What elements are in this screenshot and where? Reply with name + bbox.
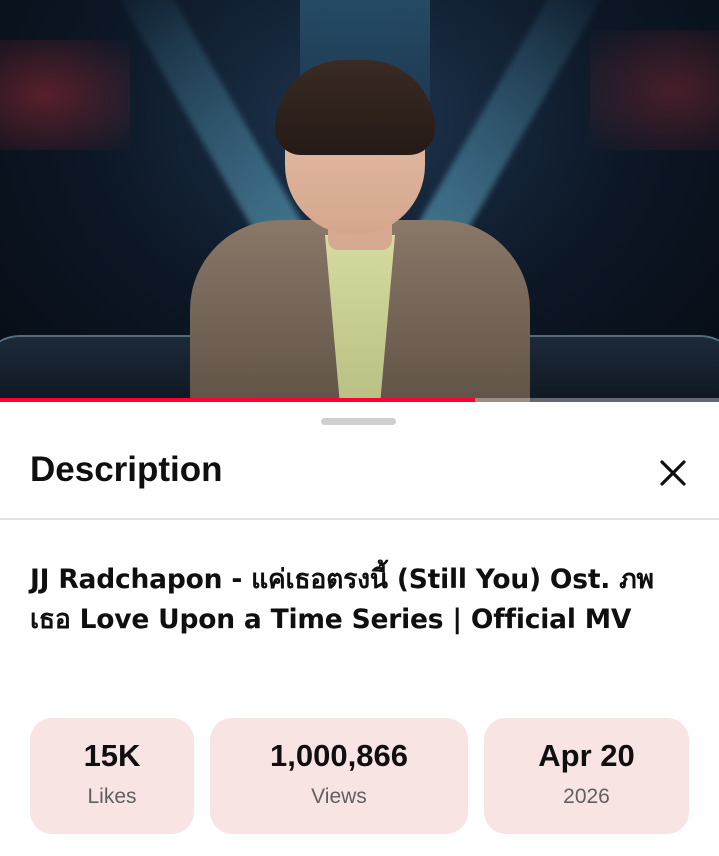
date-value: Apr 20 bbox=[538, 738, 635, 773]
views-label: Views bbox=[311, 785, 367, 808]
close-button[interactable] bbox=[650, 450, 696, 496]
drag-handle[interactable] bbox=[321, 418, 396, 425]
likes-label: Likes bbox=[87, 785, 137, 808]
close-icon bbox=[660, 460, 686, 486]
divider bbox=[0, 518, 719, 520]
video-progress-bar[interactable] bbox=[0, 398, 719, 402]
date-stat: Apr 20 2026 bbox=[484, 718, 689, 834]
likes-count: 15K bbox=[83, 738, 141, 773]
views-count: 1,000,866 bbox=[270, 738, 408, 773]
background-light bbox=[0, 40, 130, 150]
sheet-title: Description bbox=[30, 450, 223, 489]
background-light bbox=[590, 30, 719, 150]
hair bbox=[275, 60, 435, 155]
video-title: JJ Radchapon - แค่เธอตรงนี้ (Still You) … bbox=[30, 564, 654, 635]
likes-stat: 15K Likes bbox=[30, 718, 194, 834]
video-progress-fill bbox=[0, 398, 475, 402]
date-year: 2026 bbox=[563, 785, 610, 808]
video-player[interactable] bbox=[0, 0, 719, 402]
views-stat: 1,000,866 Views bbox=[210, 718, 468, 834]
description-sheet: Description JJ Radchapon - แค่เธอตรงนี้ … bbox=[0, 404, 719, 856]
video-subject bbox=[190, 60, 530, 402]
